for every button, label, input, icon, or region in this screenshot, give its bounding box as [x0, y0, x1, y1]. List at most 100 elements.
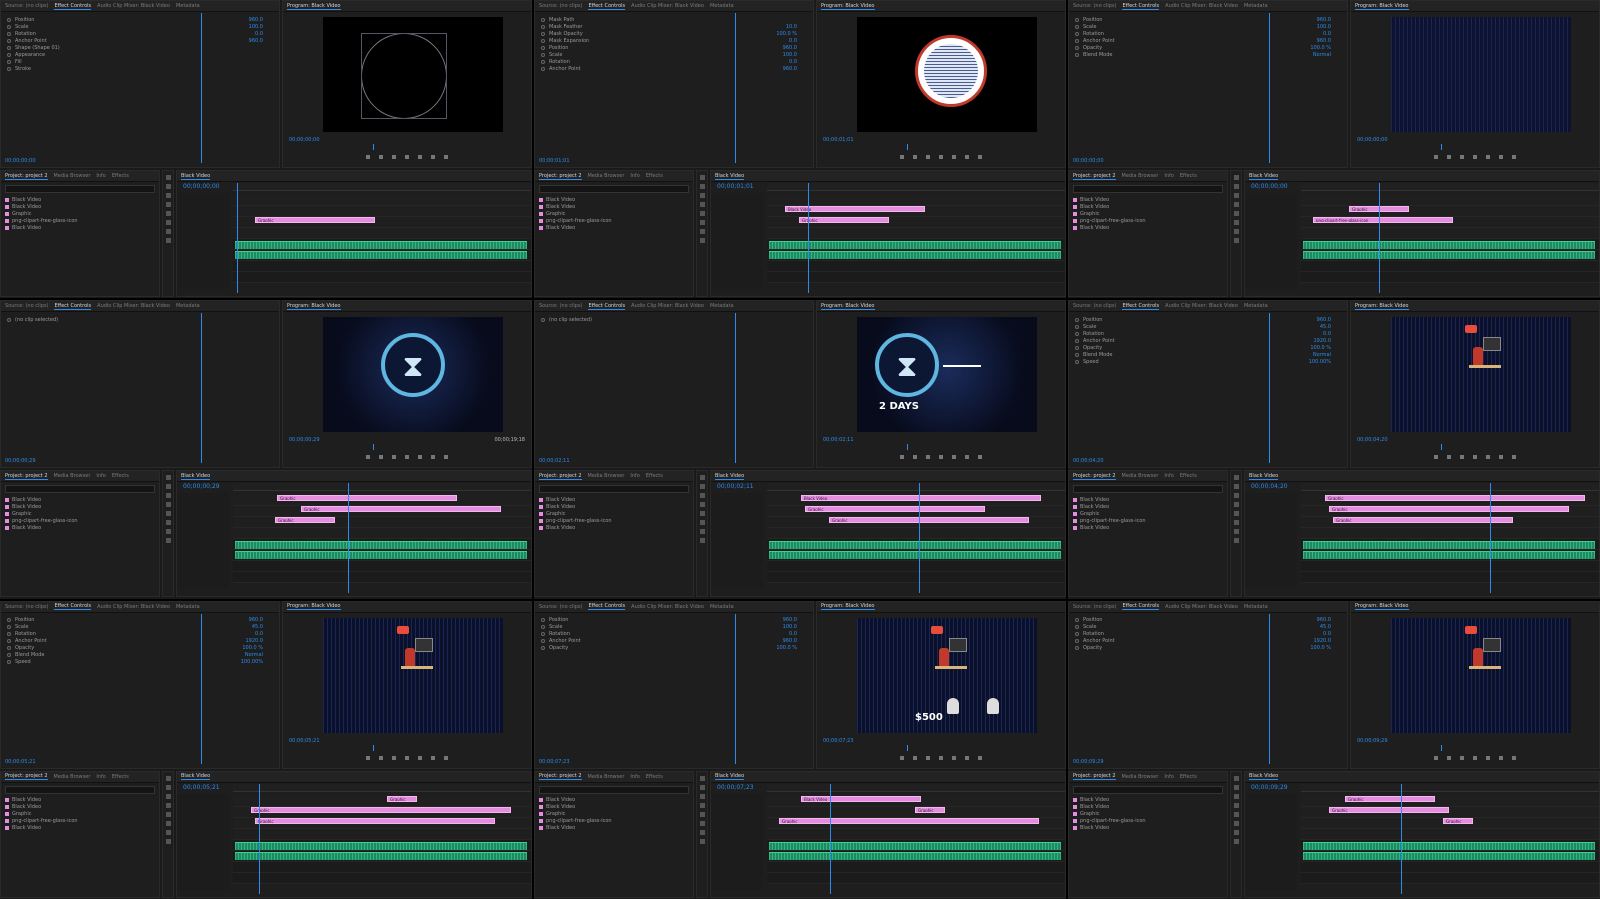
project-tab-1[interactable]: Media Browser: [588, 173, 625, 179]
pen-tool-icon[interactable]: [165, 820, 171, 826]
razor-tool-icon[interactable]: [1233, 502, 1239, 508]
video-clip[interactable]: png-clipart-free-glass-icon: [1313, 217, 1453, 223]
step-forward-icon[interactable]: [965, 155, 969, 159]
project-item[interactable]: png-clipart-free-glass-icon: [1, 217, 159, 224]
video-clip[interactable]: Graphic: [251, 806, 511, 813]
property-value[interactable]: 960.0: [249, 38, 273, 44]
property-value[interactable]: 100.0 %: [1310, 645, 1341, 651]
project-tab-3[interactable]: Effects: [112, 173, 129, 179]
type-tool-icon[interactable]: [699, 838, 705, 844]
project-item[interactable]: Black Video: [1069, 503, 1227, 510]
tab-0[interactable]: Source: (no clips): [539, 3, 582, 9]
project-item[interactable]: png-clipart-free-glass-icon: [1, 818, 159, 825]
property-value[interactable]: 960.0: [1317, 38, 1341, 44]
slip-tool-icon[interactable]: [699, 511, 705, 517]
ripple-tool-icon[interactable]: [699, 493, 705, 499]
fx-playhead[interactable]: [735, 313, 736, 464]
stopwatch-icon[interactable]: [7, 52, 11, 57]
property-value[interactable]: 1920.0: [246, 638, 274, 644]
project-item[interactable]: Black Video: [1, 224, 159, 231]
project-tab-0[interactable]: Project: project 2: [539, 173, 582, 180]
tab-1[interactable]: Effect Controls: [1122, 303, 1160, 310]
stopwatch-icon[interactable]: [1075, 359, 1079, 364]
stopwatch-icon[interactable]: [1075, 31, 1079, 36]
effect-property-row[interactable]: Anchor Point 960.0: [535, 65, 813, 72]
project-tab-3[interactable]: Effects: [646, 774, 663, 780]
export-frame-icon[interactable]: [1512, 755, 1516, 760]
stopwatch-icon[interactable]: [1075, 338, 1079, 343]
stopwatch-icon[interactable]: [7, 646, 11, 651]
tab-0[interactable]: Source: (no clips): [5, 604, 48, 610]
time-ruler[interactable]: [767, 183, 1065, 191]
video-clip[interactable]: Graphic: [915, 806, 945, 813]
selection-tool-icon[interactable]: [165, 175, 171, 180]
project-item[interactable]: Black Video: [535, 797, 693, 804]
stopwatch-icon[interactable]: [7, 31, 11, 36]
property-value[interactable]: Normal: [1313, 352, 1341, 358]
tab-3[interactable]: Metadata: [176, 604, 200, 610]
step-back-icon[interactable]: [939, 755, 943, 760]
tab-3[interactable]: Metadata: [710, 303, 734, 309]
video-clip[interactable]: Graphic: [1329, 806, 1449, 813]
property-value[interactable]: 960.0: [783, 638, 807, 644]
stopwatch-icon[interactable]: [1075, 45, 1079, 50]
stopwatch-icon[interactable]: [1075, 625, 1079, 630]
effect-property-row[interactable]: Position 960.0: [535, 617, 813, 624]
effect-property-row[interactable]: Opacity 100.0 %: [1069, 645, 1347, 652]
sequence-tab[interactable]: Black Video: [715, 773, 745, 781]
property-value[interactable]: 0.0: [255, 31, 273, 37]
slip-tool-icon[interactable]: [1233, 511, 1239, 517]
step-back-icon[interactable]: [939, 155, 943, 159]
project-item[interactable]: Black Video: [535, 203, 693, 210]
stopwatch-icon[interactable]: [541, 24, 545, 29]
time-ruler[interactable]: [233, 483, 531, 492]
time-ruler[interactable]: [1301, 783, 1599, 792]
in-point-icon[interactable]: [379, 755, 383, 760]
tab-1[interactable]: Effect Controls: [588, 3, 626, 10]
video-clip[interactable]: Graphic: [779, 817, 1039, 824]
video-clip[interactable]: Graphic: [255, 217, 375, 223]
selection-tool-icon[interactable]: [1233, 475, 1239, 481]
property-value[interactable]: 0.0: [1323, 631, 1341, 637]
audio-track-waveform[interactable]: [1303, 851, 1595, 860]
tab-2[interactable]: Audio Clip Mixer: Black Video: [1165, 3, 1238, 9]
selection-tool-icon[interactable]: [699, 175, 705, 180]
project-item[interactable]: Graphic: [1, 811, 159, 818]
track-select-tool-icon[interactable]: [165, 184, 171, 189]
project-tab-2[interactable]: Info: [1164, 173, 1173, 179]
program-tab[interactable]: Program: Black Video: [287, 603, 341, 611]
razor-tool-icon[interactable]: [165, 502, 171, 508]
type-tool-icon[interactable]: [699, 238, 705, 243]
stopwatch-icon[interactable]: [7, 24, 11, 29]
property-value[interactable]: 100.0 %: [1310, 45, 1341, 51]
effect-property-row[interactable]: Rotation 0.0: [1069, 30, 1347, 37]
timeline-playhead[interactable]: [1379, 183, 1380, 293]
effect-property-row[interactable]: Scale 100.0: [1069, 23, 1347, 30]
export-frame-icon[interactable]: [978, 455, 982, 460]
program-scrubber[interactable]: [373, 444, 374, 451]
effect-property-row[interactable]: Shape (Shape 01): [1, 44, 279, 51]
effect-property-row[interactable]: Scale 100.0: [1, 23, 279, 30]
video-clip[interactable]: Graphic: [1443, 817, 1473, 824]
marker-icon[interactable]: [366, 455, 370, 460]
effect-property-row[interactable]: (no clip selected): [1, 316, 279, 323]
time-ruler[interactable]: [1301, 183, 1599, 191]
tab-1[interactable]: Effect Controls: [1122, 603, 1160, 611]
slip-tool-icon[interactable]: [1233, 811, 1239, 817]
project-search-input[interactable]: [5, 485, 155, 494]
tab-0[interactable]: Source: (no clips): [539, 303, 582, 309]
out-point-icon[interactable]: [1460, 755, 1464, 760]
project-item[interactable]: png-clipart-free-glass-icon: [535, 818, 693, 825]
hand-tool-icon[interactable]: [165, 529, 171, 535]
property-value[interactable]: Normal: [1313, 52, 1341, 58]
step-back-icon[interactable]: [405, 455, 409, 460]
project-tab-3[interactable]: Effects: [646, 473, 663, 479]
stopwatch-icon[interactable]: [541, 618, 545, 623]
ripple-tool-icon[interactable]: [699, 193, 705, 198]
audio-track-waveform[interactable]: [1303, 241, 1595, 249]
effect-property-row[interactable]: Stroke: [1, 65, 279, 72]
razor-tool-icon[interactable]: [1233, 802, 1239, 808]
effect-property-row[interactable]: Scale 100.0: [535, 51, 813, 58]
project-item[interactable]: Black Video: [1, 804, 159, 811]
project-item[interactable]: Black Video: [1069, 524, 1227, 531]
